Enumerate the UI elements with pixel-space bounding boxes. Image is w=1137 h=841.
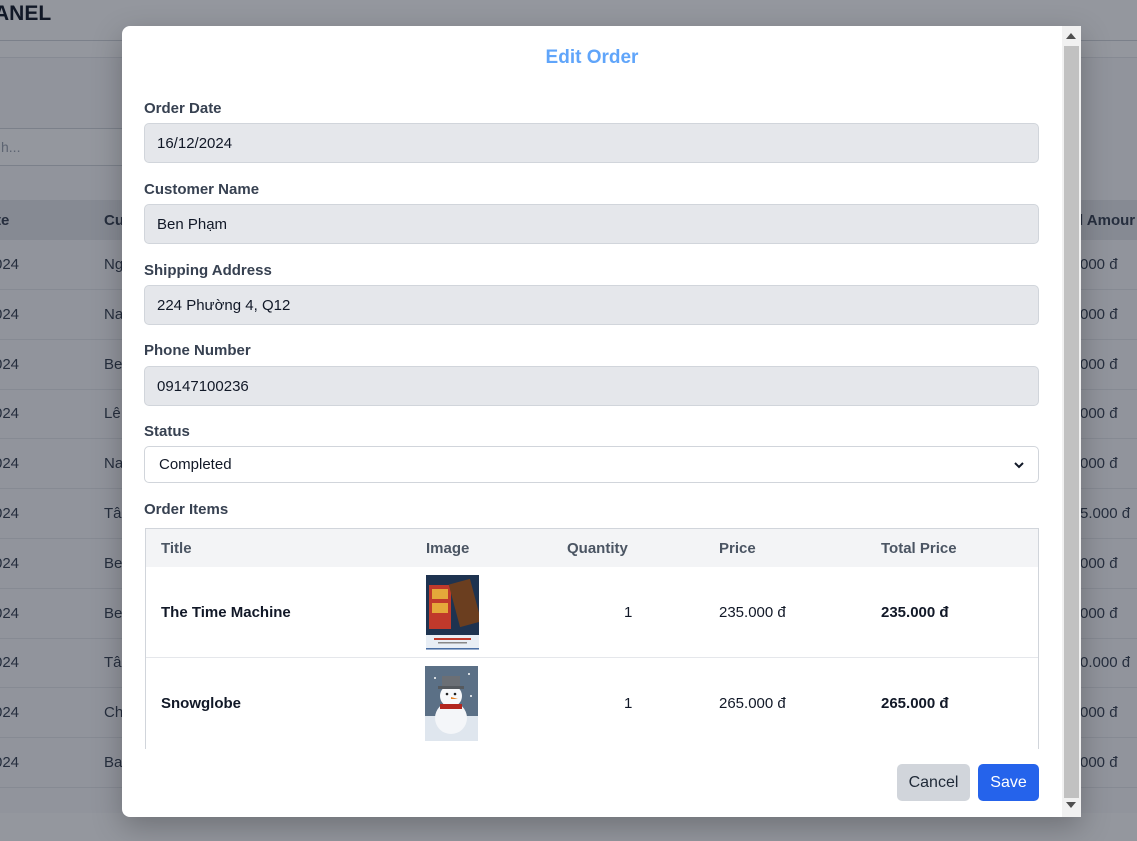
modal-scrollbar[interactable] (1062, 26, 1081, 817)
cancel-button[interactable]: Cancel (897, 764, 970, 801)
customer-name-value: Ben Phạm (157, 215, 228, 233)
status-label: Status (144, 423, 190, 440)
scroll-down-arrow-icon[interactable] (1066, 802, 1076, 808)
snowman-image (425, 666, 478, 741)
order-items-header: Title Image Quantity Price Total Price (146, 529, 1038, 567)
order-date-label: Order Date (144, 100, 222, 117)
item-title: Snowglobe (161, 695, 241, 712)
col-total-price: Total Price (881, 540, 957, 557)
item-total-price: 235.000 đ (881, 604, 949, 621)
phone-number-label: Phone Number (144, 342, 251, 359)
modal-title: Edit Order (545, 47, 639, 68)
order-items-label: Order Items (144, 501, 229, 518)
status-selected-value: Completed (159, 456, 232, 473)
edit-order-modal: Edit Order Order Date 16/12/2024 Custome… (122, 26, 1081, 817)
item-price: 235.000 đ (719, 604, 786, 621)
table-row: The Time Machine 1 235.000 đ 235.000 đ (146, 567, 1038, 658)
shipping-address-label: Shipping Address (144, 262, 272, 279)
item-total-price: 265.000 đ (881, 695, 949, 712)
book-cover-image (426, 575, 479, 650)
phone-number-value: 09147100236 (157, 377, 249, 395)
shipping-address-value: 224 Phường 4, Q12 (157, 296, 291, 314)
save-button[interactable]: Save (978, 764, 1039, 801)
order-date-value: 16/12/2024 (157, 134, 233, 152)
item-quantity: 1 (624, 695, 633, 712)
phone-number-field[interactable]: 09147100236 (144, 366, 1039, 406)
item-price: 265.000 đ (719, 695, 786, 712)
col-quantity: Quantity (567, 540, 628, 557)
customer-name-field[interactable]: Ben Phạm (144, 204, 1039, 244)
item-quantity: 1 (624, 604, 633, 621)
shipping-address-field[interactable]: 224 Phường 4, Q12 (144, 285, 1039, 325)
scrollbar-thumb[interactable] (1064, 46, 1079, 798)
col-image: Image (426, 540, 470, 557)
chevron-down-icon (1014, 461, 1024, 468)
order-items-table: Title Image Quantity Price Total Price T… (145, 528, 1039, 749)
table-row: Snowglobe 1 265.000 đ 265.000 đ (146, 658, 1038, 749)
status-select[interactable]: Completed (144, 446, 1039, 483)
col-title: Title (161, 540, 192, 557)
scroll-up-arrow-icon[interactable] (1066, 33, 1076, 39)
item-title: The Time Machine (161, 604, 291, 621)
customer-name-label: Customer Name (144, 181, 260, 198)
order-date-field[interactable]: 16/12/2024 (144, 123, 1039, 163)
col-price: Price (719, 540, 756, 557)
